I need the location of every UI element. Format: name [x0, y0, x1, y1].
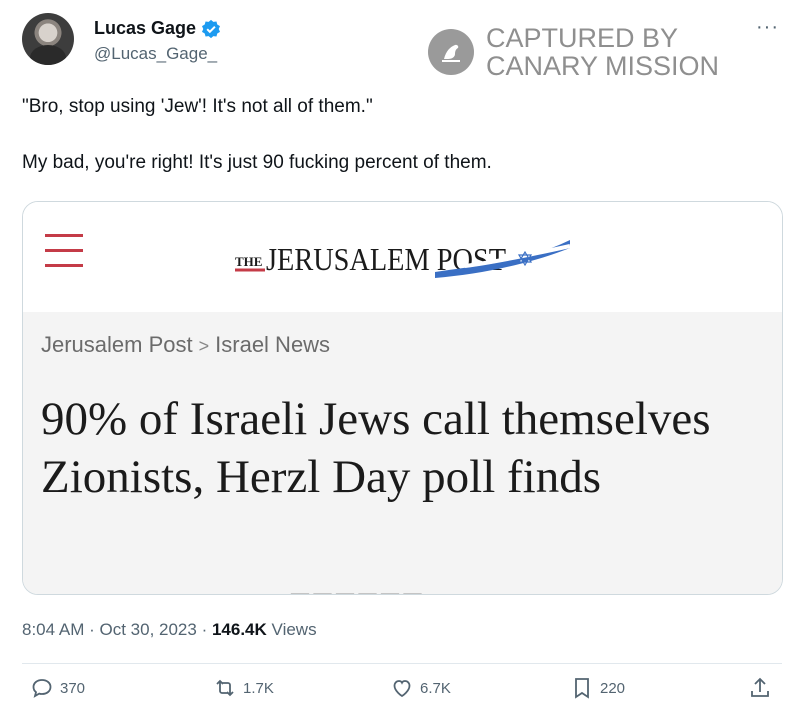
bookmark-count: 220 — [600, 679, 626, 697]
share-icon — [751, 677, 769, 697]
views-count: 146.4K — [211, 620, 267, 639]
link-preview-card[interactable]: THE JERUSALEM POST Jerusalem Post > Israel… — [22, 201, 783, 595]
meta-separator: · — [89, 620, 100, 639]
repost-button[interactable]: 1.7K — [213, 676, 274, 700]
avatar[interactable] — [22, 13, 74, 65]
breadcrumb-item-jerusalem-post[interactable]: Jerusalem Post — [41, 332, 193, 357]
like-button[interactable]: 6.7K — [390, 676, 451, 700]
tweet-line-1: "Bro, stop using 'Jew'! It's not all of … — [22, 96, 373, 117]
watermark-text: CAPTURED BY CANARY MISSION — [486, 24, 719, 80]
bookmark-button[interactable]: 220 — [570, 676, 625, 700]
watermark: CAPTURED BY CANARY MISSION — [428, 24, 719, 80]
author-row: Lucas Gage — [94, 18, 221, 39]
verified-badge-icon — [202, 19, 221, 38]
divider — [22, 663, 782, 664]
author-name[interactable]: Lucas Gage — [94, 18, 196, 39]
cut-off-text: ― ― ― ― ― ― — [291, 582, 422, 595]
meta-separator: · — [201, 620, 212, 639]
hamburger-menu-icon — [45, 234, 83, 270]
tweet-text: "Bro, stop using 'Jew'! It's not all of … — [22, 94, 772, 176]
author-handle[interactable]: @Lucas_Gage_ — [94, 44, 217, 64]
more-options-icon[interactable]: ··· — [756, 16, 779, 39]
breadcrumb-item-israel-news[interactable]: Israel News — [215, 332, 330, 357]
repost-icon — [216, 679, 234, 697]
watermark-line-2: CANARY MISSION — [486, 51, 720, 81]
watermark-line-1: CAPTURED BY — [486, 23, 679, 53]
article-headline[interactable]: 90% of Israeli Jews call themselves Zion… — [41, 390, 771, 506]
share-button[interactable] — [748, 676, 772, 700]
action-bar: 370 1.7K 6.7K 220 — [0, 676, 800, 716]
tweet-meta: 8:04 AM · Oct 30, 2023 · 146.4K Views — [22, 620, 317, 640]
svg-text:THE: THE — [235, 254, 262, 269]
canary-bird-icon — [428, 29, 474, 75]
breadcrumb-separator-icon: > — [198, 336, 210, 356]
tweet-date[interactable]: Oct 30, 2023 — [100, 620, 197, 639]
tweet-time[interactable]: 8:04 AM — [22, 620, 84, 639]
heart-icon — [393, 680, 411, 698]
reply-icon — [32, 679, 52, 698]
reply-count: 370 — [60, 679, 86, 697]
reply-button[interactable]: 370 — [30, 676, 85, 700]
views-label: Views — [271, 620, 317, 639]
repost-count: 1.7K — [243, 679, 274, 697]
card-body: Jerusalem Post > Israel News 90% of Israel… — [23, 312, 782, 594]
breadcrumb: Jerusalem Post > Israel News — [41, 332, 330, 358]
like-count: 6.7K — [420, 679, 451, 697]
jerusalem-post-logo: THE JERUSALEM POST — [235, 240, 571, 278]
card-header: THE JERUSALEM POST — [23, 202, 782, 312]
tweet-line-2: My bad, you're right! It's just 90 fucki… — [22, 152, 492, 173]
bookmark-icon — [575, 678, 589, 699]
